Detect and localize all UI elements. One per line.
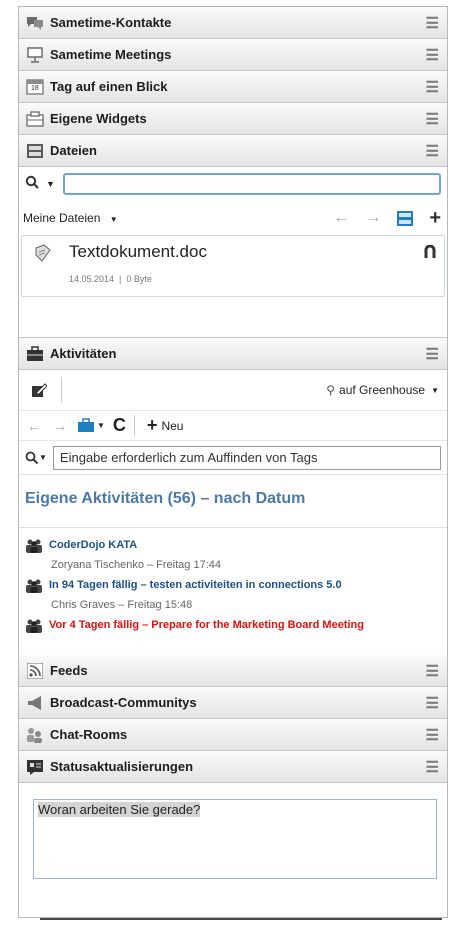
file-meta: 14.05.2014 | 0 Byte [69,274,152,284]
list-item[interactable]: Vor 4 Tagen fällig – Prepare for the Mar… [19,614,447,636]
files-search-input[interactable] [62,173,441,195]
section-title: Tag auf einen Blick [50,79,168,94]
section-header-chat-rooms[interactable]: Chat-Rooms ☰ [19,719,447,751]
calendar-day: 18 [31,84,39,92]
activity-title-row: In 94 Tagen fällig – testen activiteiten… [25,574,447,596]
status-update-icon [26,758,44,776]
chevron-down-icon: ▼ [431,385,439,395]
section-menu-icon[interactable]: ☰ [426,662,439,680]
section-header-day-at-a-glance[interactable]: 18 Tag auf einen Blick ☰ [19,71,447,103]
briefcase-icon [26,345,44,363]
section-menu-icon[interactable]: ☰ [426,78,439,96]
activity-title[interactable]: In 94 Tagen fällig – testen activiteiten… [49,579,342,591]
plus-icon: + [146,415,158,435]
section-title: Eigene Widgets [50,111,147,126]
tag-search-input[interactable] [52,445,441,470]
status-update-text: Woran arbeiten Sie gerade? [38,802,201,817]
section-title: Chat-Rooms [50,727,128,742]
section-title: Dateien [50,143,97,158]
section-menu-icon[interactable]: ☰ [426,345,439,363]
activities-nav-toolbar: ← → ▼ C + Neu [19,410,447,440]
back-arrow-icon[interactable]: ← [333,209,349,227]
section-menu-icon[interactable]: ☰ [426,694,439,712]
section-title: Sametime Meetings [50,47,172,62]
section-menu-icon[interactable]: ☰ [426,110,439,128]
document-icon [34,244,52,265]
section-menu-icon[interactable]: ☰ [426,726,439,744]
section-header-broadcast[interactable]: Broadcast-Communitys ☰ [19,687,447,719]
server-icon: ⚲ [326,383,336,397]
forward-arrow-icon[interactable]: → [53,418,67,434]
section-title: Broadcast-Communitys [50,695,197,710]
activity-title-row: CoderDojo KATA [25,534,447,556]
forward-arrow-icon[interactable]: → [365,209,381,227]
list-item[interactable]: CoderDojo KATA Zoryana Tischenko – Freit… [19,534,447,574]
people-icon [26,619,42,633]
section-title: Statusaktualisierungen [50,759,194,774]
section-header-sametime-meetings[interactable]: Sametime Meetings ☰ [19,39,447,71]
edit-icon[interactable] [31,377,62,403]
rss-feed-icon [26,662,44,680]
section-title: Feeds [50,663,88,678]
section-header-widgets[interactable]: Eigene Widgets ☰ [19,103,447,135]
chat-room-icon [26,726,44,744]
section-menu-icon[interactable]: ☰ [426,14,439,32]
activities-list: CoderDojo KATA Zoryana Tischenko – Freit… [19,527,447,655]
presentation-screen-icon [26,46,44,64]
sidebar-panel: Sametime-Kontakte ☰ Sametime Meetings ☰ … [18,6,448,918]
back-arrow-icon[interactable]: ← [27,418,41,434]
megaphone-icon [26,694,44,712]
section-menu-icon[interactable]: ☰ [426,46,439,64]
new-label: Neu [161,418,184,433]
files-view-icon[interactable] [397,210,414,226]
section-header-status-updates[interactable]: Statusaktualisierungen ☰ [19,751,447,783]
activities-top-toolbar: ⚲ auf Greenhouse ▼ [19,370,447,410]
files-body: ▼ Meine Dateien ▼ ← → + Textdokument.doc… [19,167,447,338]
section-header-files[interactable]: Dateien ☰ [19,135,447,167]
activity-title[interactable]: Vor 4 Tagen fällig – Prepare for the Mar… [49,619,364,631]
files-cabinet-icon [26,142,44,160]
section-menu-icon[interactable]: ☰ [426,142,439,160]
section-title: Aktivitäten [50,346,117,361]
search-icon[interactable]: ▼ [25,451,47,464]
search-options-chevron-icon[interactable]: ▼ [46,179,55,189]
files-filter-dropdown[interactable]: Meine Dateien ▼ [23,211,333,225]
activities-briefcase-dropdown-icon[interactable]: ▼ [77,418,105,433]
server-label: auf Greenhouse [339,383,426,397]
activity-title[interactable]: CoderDojo KATA [49,539,137,551]
list-item[interactable]: In 94 Tagen fällig – testen activiteiten… [19,574,447,614]
new-activity-button[interactable]: + Neu [147,415,184,436]
people-icon [26,539,42,553]
calendar-icon: 18 [26,78,44,96]
section-header-feeds[interactable]: Feeds ☰ [19,655,447,687]
activity-meta: Zoryana Tischenko – Freitag 17:44 [51,559,221,571]
chat-bubbles-icon [26,14,44,32]
section-title: Sametime-Kontakte [50,15,172,30]
people-icon [26,579,42,593]
chevron-down-icon: ▼ [109,215,118,224]
status-update-body: Woran arbeiten Sie gerade? [19,783,447,879]
search-icon[interactable] [25,175,41,193]
files-search-row: ▼ [19,167,447,201]
widgets-icon [26,110,44,128]
activities-list-heading: Eigene Aktivitäten (56) – nach Datum [19,474,447,527]
section-header-activities[interactable]: Aktivitäten ☰ [19,338,447,370]
status-update-input[interactable]: Woran arbeiten Sie gerade? [33,799,437,879]
section-menu-icon[interactable]: ☰ [426,758,439,776]
tag-search-row: ▼ [19,440,447,474]
file-lock-icon[interactable] [424,244,436,261]
activity-meta: Chris Graves – Freitag 15:48 [51,599,193,611]
activity-title-row: Vor 4 Tagen fällig – Prepare for the Mar… [25,614,447,636]
files-toolbar: Meine Dateien ▼ ← → + [19,201,447,235]
file-list-item[interactable]: Textdokument.doc 14.05.2014 | 0 Byte [21,235,445,297]
refresh-icon[interactable]: C [113,415,135,436]
add-file-icon[interactable]: + [429,207,441,230]
server-selector[interactable]: ⚲ auf Greenhouse ▼ [326,383,439,397]
file-name[interactable]: Textdokument.doc [69,242,207,262]
section-header-sametime-contacts[interactable]: Sametime-Kontakte ☰ [19,7,447,39]
files-filter-label: Meine Dateien [23,211,101,225]
